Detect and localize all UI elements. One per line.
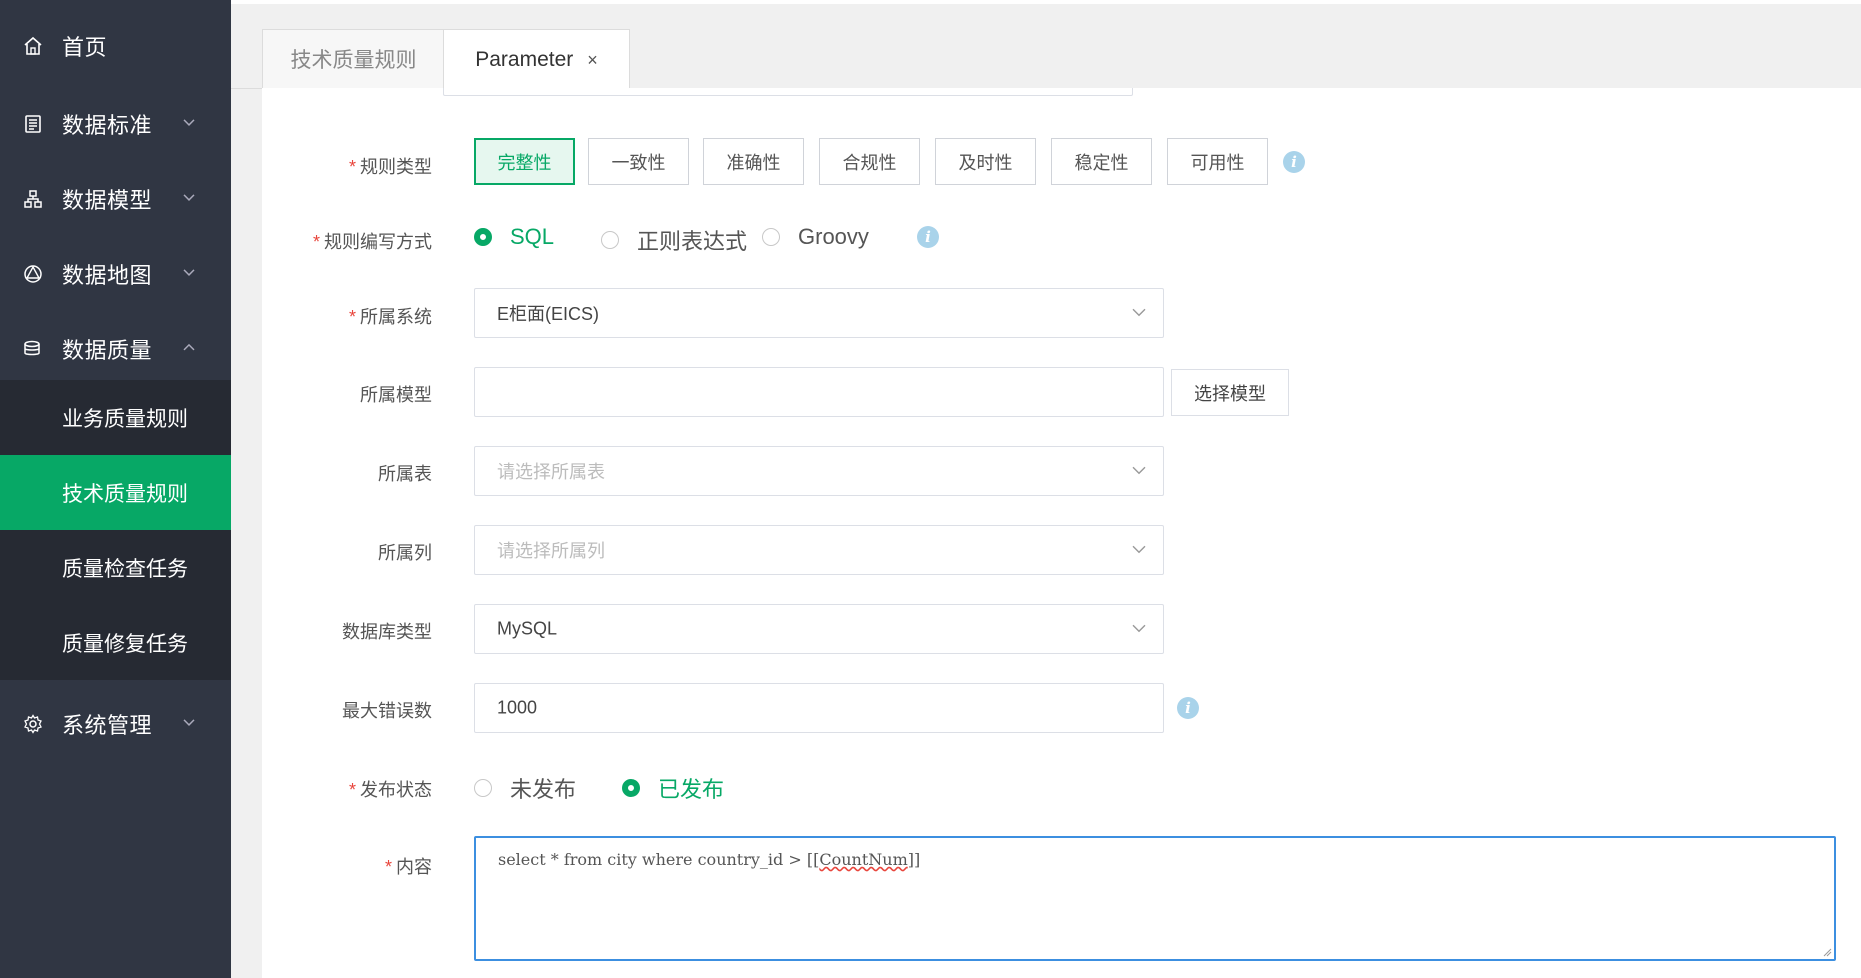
tab-label: Parameter bbox=[475, 48, 574, 71]
sidebar-item-label: 数据质量 bbox=[62, 337, 153, 363]
tab-label: 技术质量规则 bbox=[290, 49, 417, 72]
chevron-down-icon bbox=[183, 118, 195, 126]
chevron-down-icon bbox=[183, 268, 195, 276]
write-mode-groovy-radio[interactable]: Groovy bbox=[762, 224, 869, 250]
home-icon bbox=[22, 35, 44, 57]
sidebar-item-data-model[interactable]: 数据模型 bbox=[0, 161, 231, 236]
tab-bar: 技术质量规则 Parameter × bbox=[231, 4, 1861, 90]
system-label: * 所属系统 bbox=[348, 307, 432, 327]
rule-type-stability-button[interactable]: 稳定性 bbox=[1051, 138, 1152, 185]
sidebar-subitem-technical-rules[interactable]: 技术质量规则 bbox=[0, 455, 231, 530]
chevron-down-icon bbox=[183, 193, 195, 201]
write-mode-regex-radio[interactable]: 正则表达式 bbox=[601, 224, 747, 256]
info-icon[interactable]: i bbox=[1283, 151, 1305, 173]
sidebar-subitem-check-tasks[interactable]: 质量检查任务 bbox=[0, 530, 231, 605]
table-label: 所属表 bbox=[378, 464, 432, 484]
db-type-label: 数据库类型 bbox=[342, 622, 432, 642]
rule-type-compliance-button[interactable]: 合规性 bbox=[819, 138, 920, 185]
chevron-down-icon bbox=[1132, 545, 1146, 554]
sidebar-item-label: 系统管理 bbox=[62, 712, 153, 738]
column-select[interactable]: 请选择所属列 bbox=[474, 525, 1164, 575]
sidebar: 首页 数据标准 数据模型 数据地图 数据质量 业务质量规则 技术质量规则 质量检… bbox=[0, 0, 231, 978]
sidebar-item-label: 数据地图 bbox=[62, 262, 153, 288]
content-textarea[interactable]: select * from city where country_id > [[… bbox=[474, 836, 1836, 961]
sidebar-item-label: 数据模型 bbox=[62, 187, 153, 213]
sidebar-subitem-label: 质量修复任务 bbox=[62, 632, 188, 656]
chevron-down-icon bbox=[1132, 308, 1146, 317]
sidebar-item-system[interactable]: 系统管理 bbox=[0, 686, 231, 761]
chevron-down-icon bbox=[1132, 466, 1146, 475]
sidebar-item-label: 数据标准 bbox=[62, 112, 153, 138]
system-select-value: E柜面(EICS) bbox=[497, 304, 600, 324]
document-icon bbox=[22, 113, 44, 135]
sidebar-subitem-label: 技术质量规则 bbox=[62, 482, 188, 506]
max-errors-value: 1000 bbox=[497, 697, 538, 718]
tab-parameter[interactable]: Parameter × bbox=[443, 29, 630, 90]
form-panel: * 规则类型 完整性 一致性 准确性 合规性 及时性 稳定性 可用性 i * 规则编… bbox=[262, 88, 1861, 978]
publish-status-label: * 发布状态 bbox=[348, 780, 432, 800]
chevron-down-icon bbox=[1132, 624, 1146, 633]
rule-type-timeliness-button[interactable]: 及时性 bbox=[935, 138, 1036, 185]
rule-type-availability-button[interactable]: 可用性 bbox=[1167, 138, 1268, 185]
info-icon[interactable]: i bbox=[917, 226, 939, 248]
chevron-down-icon bbox=[183, 718, 195, 726]
rule-type-accuracy-button[interactable]: 准确性 bbox=[703, 138, 804, 185]
resize-handle-icon[interactable] bbox=[1822, 947, 1832, 957]
model-label: 所属模型 bbox=[360, 385, 432, 405]
db-type-select[interactable]: MySQL bbox=[474, 604, 1164, 654]
column-label: 所属列 bbox=[378, 543, 432, 563]
rule-type-integrity-button[interactable]: 完整性 bbox=[474, 138, 575, 185]
db-type-select-value: MySQL bbox=[497, 618, 558, 639]
table-select[interactable]: 请选择所属表 bbox=[474, 446, 1164, 496]
column-select-placeholder: 请选择所属列 bbox=[497, 541, 605, 561]
sidebar-subitem-label: 质量检查任务 bbox=[62, 557, 188, 581]
publish-published-radio[interactable]: 已发布 bbox=[622, 772, 724, 804]
sidebar-subitem-repair-tasks[interactable]: 质量修复任务 bbox=[0, 605, 231, 680]
table-select-placeholder: 请选择所属表 bbox=[497, 462, 605, 482]
rule-type-consistency-button[interactable]: 一致性 bbox=[588, 138, 689, 185]
publish-unpublished-radio[interactable]: 未发布 bbox=[474, 772, 576, 804]
sidebar-item-home[interactable]: 首页 bbox=[0, 8, 231, 83]
sidebar-item-data-quality[interactable]: 数据质量 bbox=[0, 311, 231, 386]
database-icon bbox=[22, 338, 44, 360]
gear-icon bbox=[22, 713, 44, 735]
model-input[interactable] bbox=[474, 367, 1164, 417]
main-area: 技术质量规则 Parameter × * 规则类型 完整性 一致性 准确性 合规性… bbox=[231, 4, 1861, 978]
model-icon bbox=[22, 188, 44, 210]
sidebar-subitem-label: 业务质量规则 bbox=[62, 407, 188, 431]
info-icon[interactable]: i bbox=[1177, 697, 1199, 719]
tab-technical-rules[interactable]: 技术质量规则 bbox=[262, 29, 445, 88]
close-icon[interactable]: × bbox=[587, 50, 598, 71]
chevron-up-icon bbox=[183, 343, 195, 350]
sidebar-item-label: 首页 bbox=[62, 34, 108, 60]
max-errors-label: 最大错误数 bbox=[342, 701, 432, 721]
system-select[interactable]: E柜面(EICS) bbox=[474, 288, 1164, 338]
content-label: * 内容 bbox=[384, 857, 432, 877]
write-mode-label: * 规则编写方式 bbox=[312, 232, 432, 252]
select-model-button[interactable]: 选择模型 bbox=[1171, 369, 1289, 416]
sql-content: select * from city where country_id > [[… bbox=[498, 850, 921, 869]
scrolled-field[interactable] bbox=[443, 88, 1133, 96]
write-mode-sql-radio[interactable]: SQL bbox=[474, 224, 554, 250]
data-quality-submenu: 业务质量规则 技术质量规则 质量检查任务 质量修复任务 bbox=[0, 380, 231, 680]
map-icon bbox=[22, 263, 44, 285]
rule-type-label: * 规则类型 bbox=[348, 157, 432, 177]
sidebar-item-data-standard[interactable]: 数据标准 bbox=[0, 86, 231, 161]
sidebar-item-data-map[interactable]: 数据地图 bbox=[0, 236, 231, 311]
sidebar-subitem-business-rules[interactable]: 业务质量规则 bbox=[0, 380, 231, 455]
max-errors-input[interactable]: 1000 bbox=[474, 683, 1164, 733]
